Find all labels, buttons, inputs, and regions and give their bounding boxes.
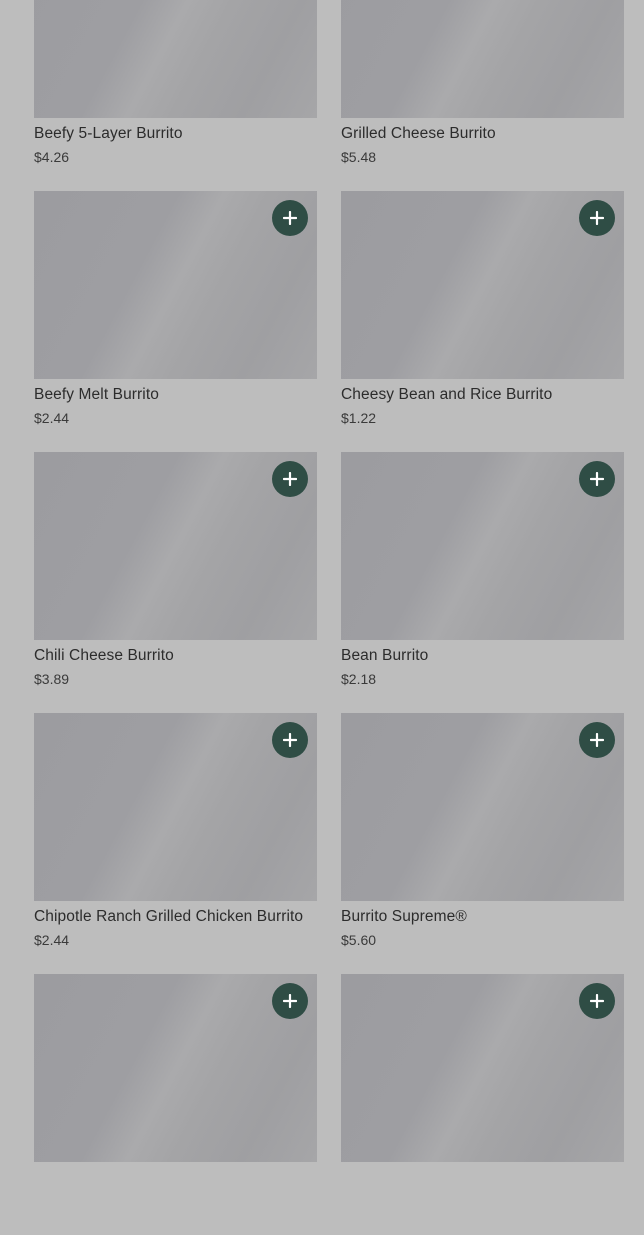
product-card[interactable] [341, 974, 624, 1235]
product-name[interactable]: Grilled Cheese Burrito [341, 124, 624, 144]
product-card[interactable] [34, 974, 317, 1235]
product-name[interactable]: Chipotle Ranch Grilled Chicken Burrito [34, 907, 317, 927]
product-image[interactable] [341, 452, 624, 640]
add-to-cart-button[interactable] [579, 200, 615, 236]
product-card[interactable]: Chili Cheese Burrito $3.89 [34, 452, 317, 713]
plus-icon [283, 211, 297, 225]
product-card[interactable]: Cheesy Bean and Rice Burrito $1.22 [341, 191, 624, 452]
add-to-cart-button[interactable] [272, 722, 308, 758]
add-to-cart-button[interactable] [579, 461, 615, 497]
plus-icon [283, 733, 297, 747]
product-price: $5.48 [341, 149, 377, 165]
product-price: $2.44 [34, 410, 70, 426]
plus-icon [590, 733, 604, 747]
add-to-cart-button[interactable] [579, 722, 615, 758]
plus-icon [590, 211, 604, 225]
product-price: $4.26 [34, 149, 70, 165]
product-card[interactable]: Burrito Supreme® $5.60 [341, 713, 624, 974]
product-image[interactable] [34, 191, 317, 379]
product-image[interactable] [341, 974, 624, 1162]
product-image[interactable] [34, 452, 317, 640]
product-price: $2.44 [34, 932, 70, 948]
product-name[interactable]: Bean Burrito [341, 646, 624, 666]
product-card[interactable]: Chipotle Ranch Grilled Chicken Burrito $… [34, 713, 317, 974]
add-to-cart-button[interactable] [579, 983, 615, 1019]
product-card[interactable]: Bean Burrito $2.18 [341, 452, 624, 713]
product-image[interactable] [341, 191, 624, 379]
add-to-cart-button[interactable] [272, 461, 308, 497]
product-name[interactable]: Cheesy Bean and Rice Burrito [341, 385, 624, 405]
product-price: $3.89 [34, 671, 70, 687]
product-grid: Beefy 5-Layer Burrito $4.26 Grilled Chee… [34, 0, 624, 1235]
product-card[interactable]: Beefy 5-Layer Burrito $4.26 [34, 0, 317, 191]
product-name[interactable]: Chili Cheese Burrito [34, 646, 317, 666]
add-to-cart-button[interactable] [272, 200, 308, 236]
plus-icon [283, 994, 297, 1008]
product-price: $5.60 [341, 932, 377, 948]
product-name[interactable]: Burrito Supreme® [341, 907, 624, 927]
product-image[interactable] [341, 0, 624, 118]
add-to-cart-button[interactable] [272, 983, 308, 1019]
product-name[interactable]: Beefy 5-Layer Burrito [34, 124, 317, 144]
product-image[interactable] [34, 713, 317, 901]
product-image[interactable] [34, 974, 317, 1162]
product-image[interactable] [341, 713, 624, 901]
plus-icon [590, 994, 604, 1008]
product-price: $1.22 [341, 410, 377, 426]
product-card[interactable]: Beefy Melt Burrito $2.44 [34, 191, 317, 452]
product-card[interactable]: Grilled Cheese Burrito $5.48 [341, 0, 624, 191]
plus-icon [590, 472, 604, 486]
product-price: $2.18 [341, 671, 377, 687]
product-name[interactable]: Beefy Melt Burrito [34, 385, 317, 405]
product-image[interactable] [34, 0, 317, 118]
plus-icon [283, 472, 297, 486]
